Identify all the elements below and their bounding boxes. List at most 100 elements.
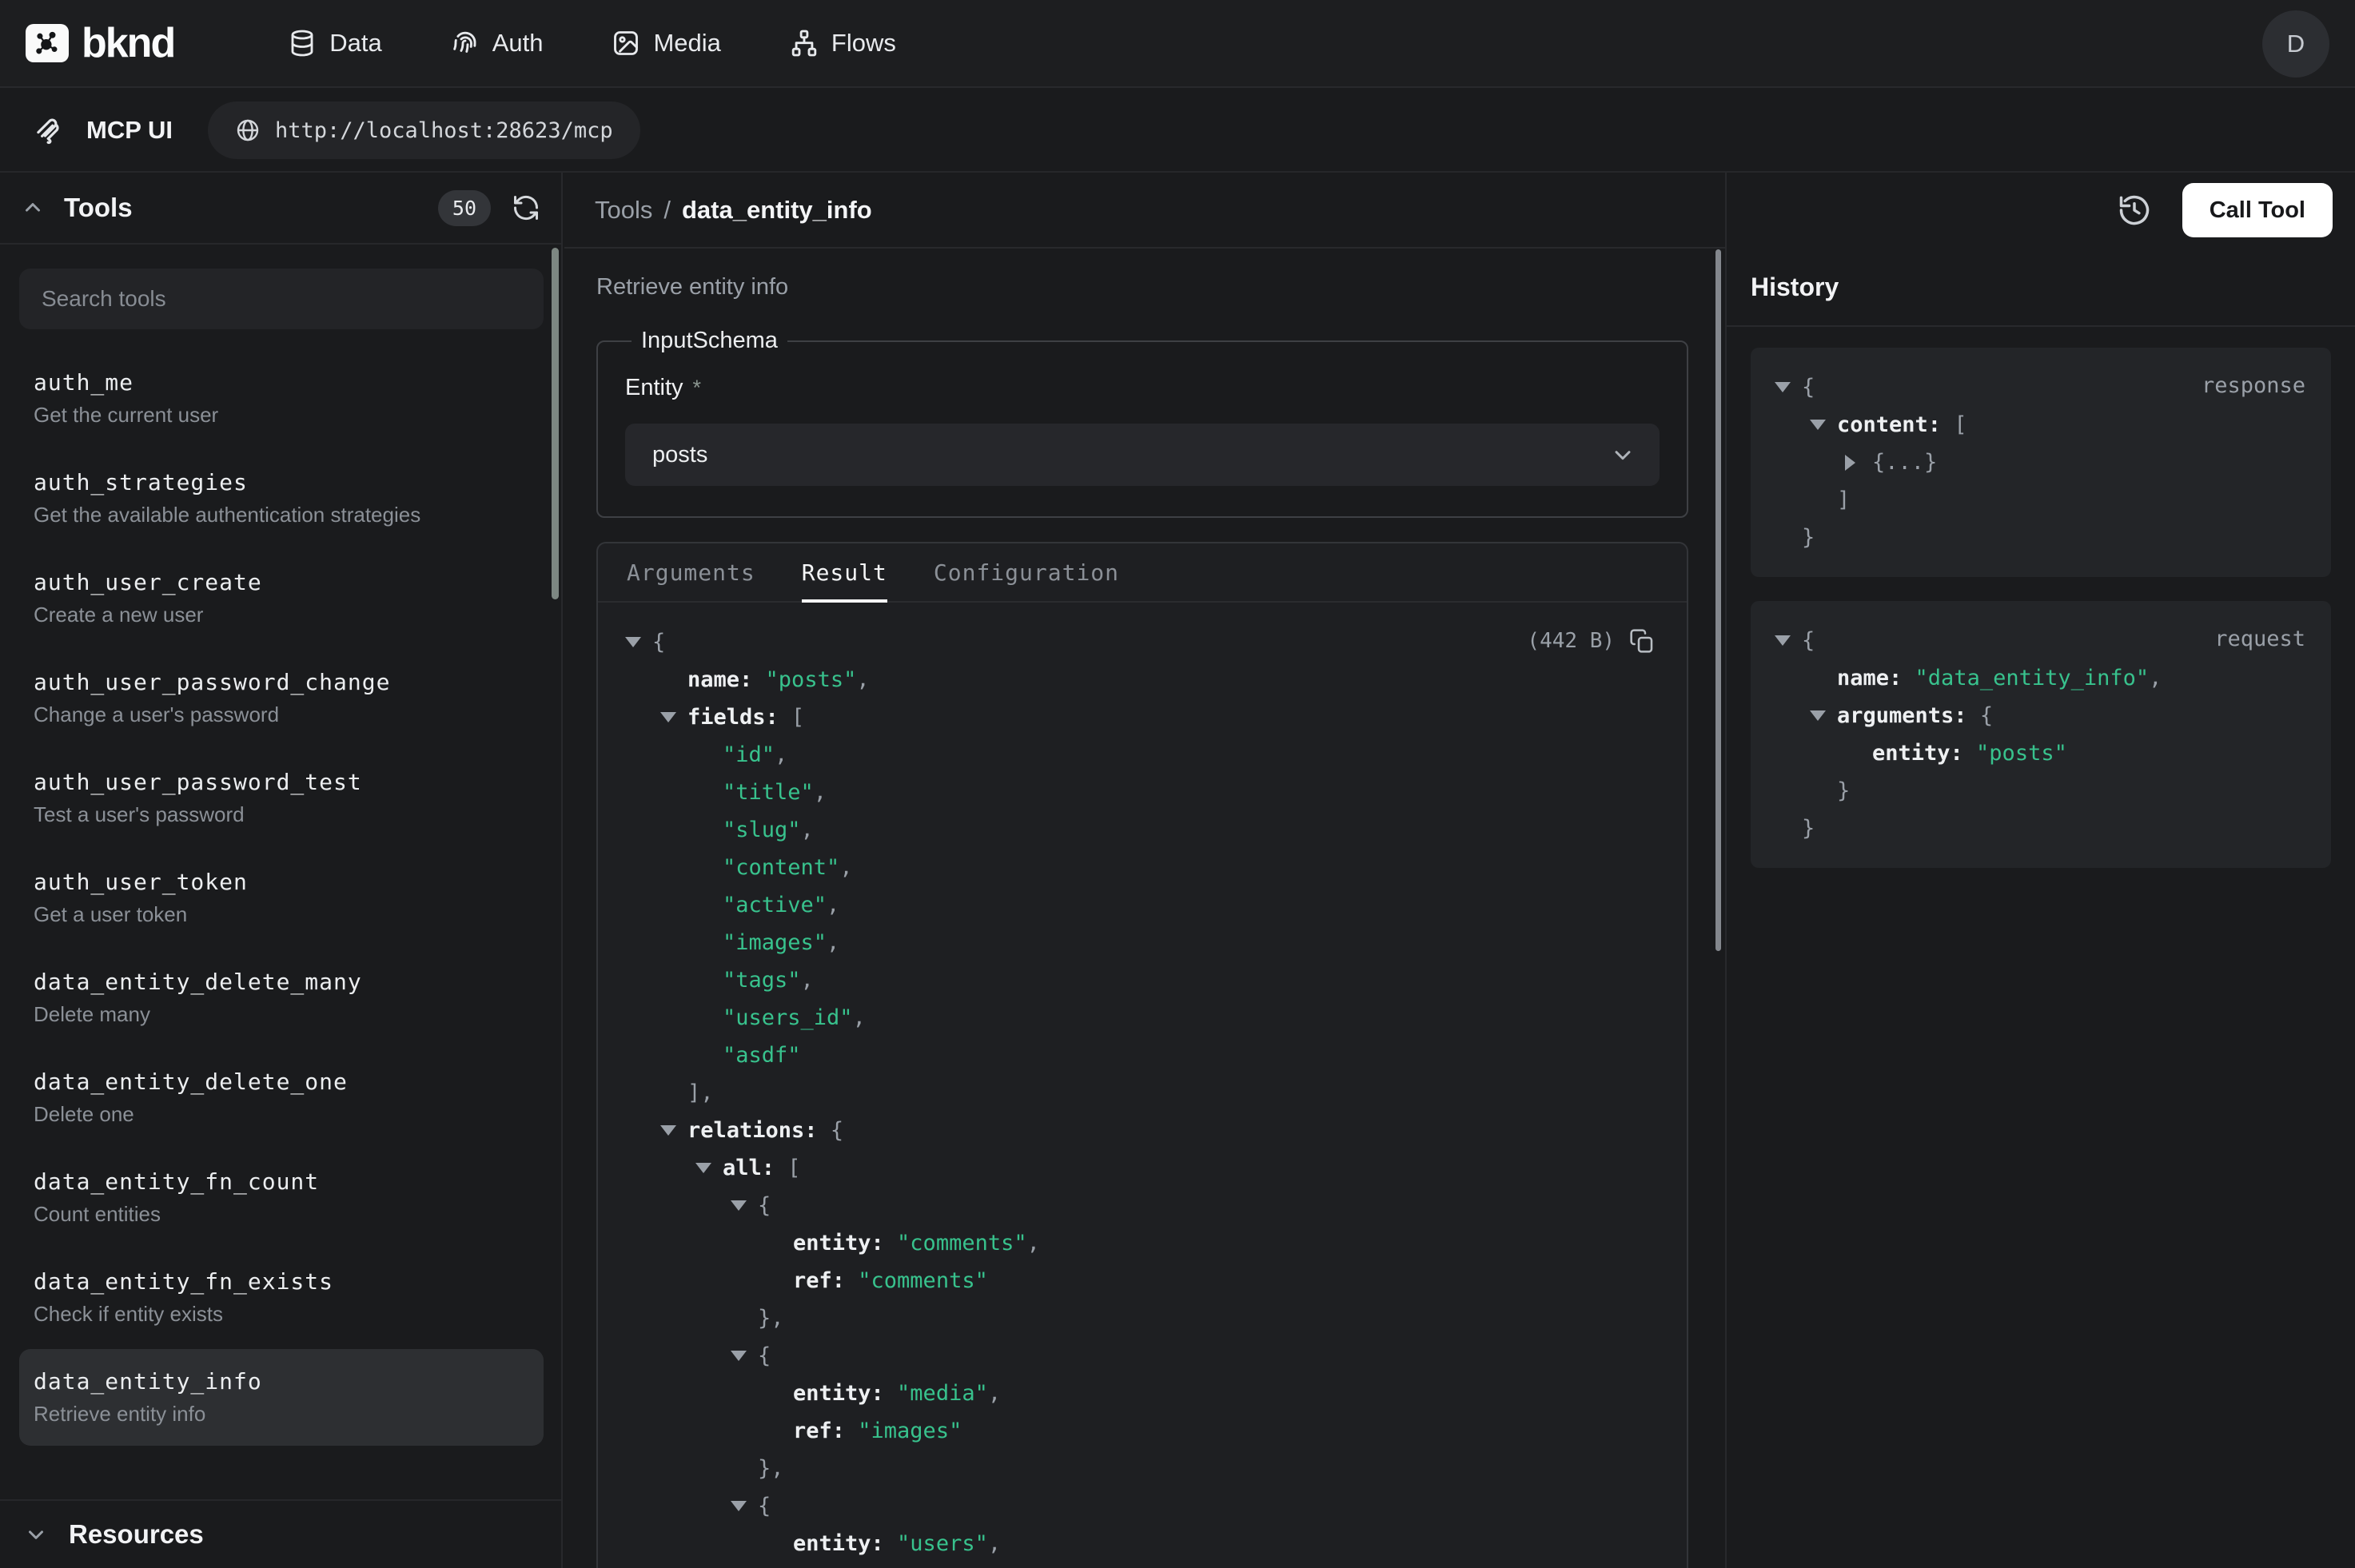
sidebar-tool-auth_strategies[interactable]: auth_strategies Get the available authent… xyxy=(19,450,544,547)
input-schema-legend: InputSchema xyxy=(632,328,787,354)
workflow-icon xyxy=(790,29,819,58)
tool-description: Retrieve entity info xyxy=(34,1402,529,1427)
collapse-triangle-icon[interactable] xyxy=(695,1163,711,1173)
json-line: ] xyxy=(1775,481,2307,519)
resources-section-header[interactable]: Resources xyxy=(0,1499,561,1568)
tools-section-title: Tools xyxy=(64,193,133,223)
tool-detail-panel: Retrieve entity info InputSchema Entity*… xyxy=(564,249,1725,1568)
tool-description: Get the available authentication strateg… xyxy=(34,503,529,527)
copy-icon[interactable] xyxy=(1629,628,1655,654)
json-line: ref: "comments" xyxy=(625,1262,1655,1299)
sidebar-tool-data_entity_info[interactable]: data_entity_infoRetrieve entity info xyxy=(19,1349,544,1446)
json-line: "tags", xyxy=(625,961,1655,999)
history-clock-icon[interactable] xyxy=(2117,193,2152,228)
nav-item-data[interactable]: Data xyxy=(288,29,381,58)
json-line: { xyxy=(625,623,1655,661)
tab-result[interactable]: Result xyxy=(802,543,887,601)
breadcrumb-separator: / xyxy=(663,196,671,225)
chevron-down-icon xyxy=(24,1522,48,1546)
history-header: History xyxy=(1727,249,2355,327)
result-card: Arguments Result Configuration (442 B) {na… xyxy=(596,542,1688,1568)
tool-name: auth_user_password_test xyxy=(34,769,529,795)
json-line: relations: { xyxy=(625,1112,1655,1149)
entity-select[interactable]: posts xyxy=(625,424,1660,486)
sidebar: Tools 50 auth_meGet the current userauth… xyxy=(0,173,563,1568)
sidebar-tool-auth_user_token[interactable]: auth_user_tokenGet a user token xyxy=(19,850,544,946)
tool-description: Create a new user xyxy=(34,603,529,627)
sidebar-tool-auth_user_create[interactable]: auth_user_create Create a new user xyxy=(19,550,544,647)
breadcrumb-section[interactable]: Tools xyxy=(595,196,652,225)
json-line: "slug", xyxy=(625,811,1655,849)
json-line: "content", xyxy=(625,849,1655,886)
sidebar-tool-auth_user_password_change[interactable]: auth_user_password_changeChange a user's… xyxy=(19,650,544,746)
collapse-triangle-icon[interactable] xyxy=(1775,382,1791,392)
tab-configuration[interactable]: Configuration xyxy=(934,543,1119,601)
sidebar-tool-auth_me[interactable]: auth_me Get the current user xyxy=(19,350,544,447)
expand-triangle-icon[interactable] xyxy=(1845,455,1855,471)
refresh-icon[interactable] xyxy=(512,193,540,222)
brand-name: bknd xyxy=(82,19,174,67)
tools-section-header[interactable]: Tools 50 xyxy=(0,173,561,245)
tab-arguments[interactable]: Arguments xyxy=(627,543,755,601)
history-entry-type: request xyxy=(2214,627,2305,651)
nav-item-label: Data xyxy=(329,29,381,58)
mcp-url-pill[interactable]: http://localhost:28623/mcp xyxy=(208,101,640,159)
nav-item-label: Media xyxy=(653,29,720,58)
sidebar-tool-data_entity_delete_one[interactable]: data_entity_delete_oneDelete one xyxy=(19,1049,544,1146)
tool-description: Check if entity exists xyxy=(34,1302,529,1327)
nav-item-media[interactable]: Media xyxy=(612,29,720,58)
nav-item-auth[interactable]: Auth xyxy=(451,29,544,58)
collapse-triangle-icon[interactable] xyxy=(731,1200,747,1211)
sidebar-tool-data_entity_fn_exists[interactable]: data_entity_fn_exists Check if entity exi… xyxy=(19,1249,544,1346)
chevron-down-icon xyxy=(1610,442,1636,468)
collapse-triangle-icon[interactable] xyxy=(625,637,641,647)
json-line: ref: "images" xyxy=(625,1412,1655,1450)
json-line: arguments: { xyxy=(1775,697,2307,734)
tool-name: auth_me xyxy=(34,369,529,396)
sidebar-tool-auth_user_password_test[interactable]: auth_user_password_testTest a user's pas… xyxy=(19,750,544,846)
tabs-row: Arguments Result Configuration xyxy=(598,543,1687,603)
tool-name: auth_user_create xyxy=(34,569,529,595)
result-json-lines: {name: "posts",fields: ["id","title","sl… xyxy=(625,623,1655,1568)
image-icon xyxy=(612,29,640,58)
main-scrollbar[interactable] xyxy=(1715,249,1721,951)
sidebar-tool-data_entity_delete_many[interactable]: data_entity_delete_manyDelete many xyxy=(19,949,544,1046)
json-line: ref: "users" xyxy=(625,1562,1655,1568)
tool-name: data_entity_fn_exists xyxy=(34,1268,529,1295)
tool-name: auth_strategies xyxy=(34,469,529,495)
json-line: } xyxy=(1775,519,2307,556)
json-line: name: "posts", xyxy=(625,661,1655,698)
mcp-url: http://localhost:28623/mcp xyxy=(275,118,613,143)
collapse-triangle-icon[interactable] xyxy=(731,1501,747,1511)
result-size: (442 B) xyxy=(1527,629,1615,653)
history-entry-type: response xyxy=(2202,373,2305,398)
main-header: Tools / data_entity_info Call Tool xyxy=(564,173,2355,248)
sidebar-tool-data_entity_fn_count[interactable]: data_entity_fn_countCount entities xyxy=(19,1149,544,1246)
bknd-logo-icon[interactable] xyxy=(26,24,69,62)
tool-name: data_entity_delete_one xyxy=(34,1069,529,1095)
json-line: "users_id", xyxy=(625,999,1655,1037)
tools-count-badge: 50 xyxy=(438,190,491,226)
collapse-triangle-icon[interactable] xyxy=(660,712,676,722)
call-tool-button[interactable]: Call Tool xyxy=(2182,183,2333,237)
sidebar-scrollbar[interactable] xyxy=(552,248,559,599)
entity-field-label: Entity* xyxy=(625,375,1660,401)
tool-name: data_entity_delete_many xyxy=(34,969,529,995)
search-input[interactable] xyxy=(19,269,544,329)
json-line: fields: [ xyxy=(625,698,1655,736)
user-avatar[interactable]: D xyxy=(2262,10,2329,78)
mcp-logo-icon xyxy=(32,113,66,147)
collapse-triangle-icon[interactable] xyxy=(731,1351,747,1361)
collapse-triangle-icon[interactable] xyxy=(1810,420,1826,430)
collapse-triangle-icon[interactable] xyxy=(1775,635,1791,646)
input-schema-fieldset: InputSchema Entity* posts xyxy=(596,328,1688,518)
json-line: "title", xyxy=(625,774,1655,811)
nav-item-flows[interactable]: Flows xyxy=(790,29,896,58)
collapse-triangle-icon[interactable] xyxy=(1810,710,1826,721)
history-entry-response[interactable]: response{content: [{...}]} xyxy=(1751,348,2331,577)
collapse-triangle-icon[interactable] xyxy=(660,1125,676,1136)
globe-icon xyxy=(235,117,261,143)
json-line: "id", xyxy=(625,736,1655,774)
tool-description: Get the current user xyxy=(34,403,529,428)
history-entry-request[interactable]: request{name: "data_entity_info",argumen… xyxy=(1751,601,2331,868)
